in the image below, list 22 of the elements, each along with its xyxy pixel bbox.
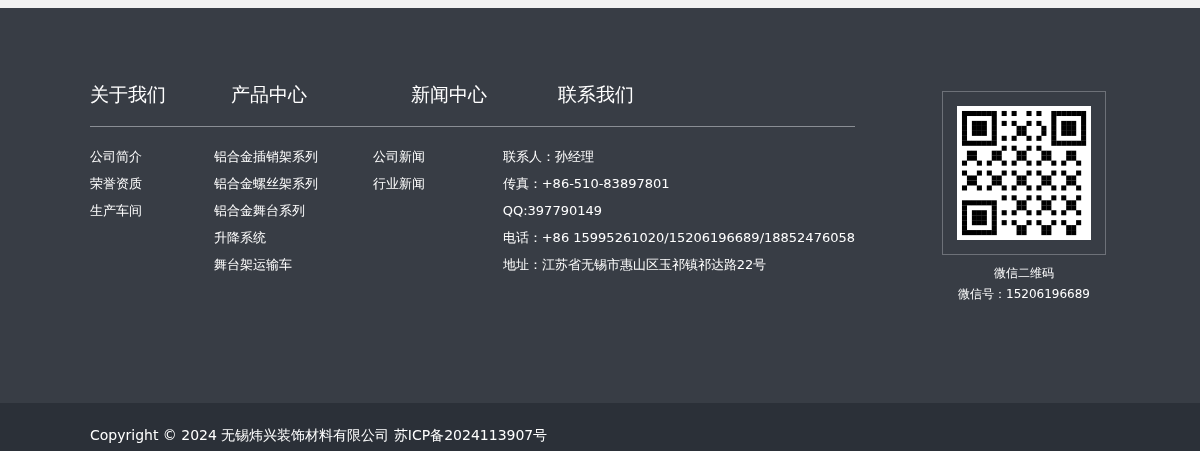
column-heading: 产品中心: [231, 82, 308, 106]
footer-link[interactable]: 铝合金舞台系列: [214, 197, 306, 224]
column-heading: 联系我们: [558, 82, 634, 106]
footer-link[interactable]: 公司新闻: [373, 143, 426, 170]
footer-link[interactable]: 铝合金插销架系列: [214, 143, 319, 170]
contact-line: 传真：+86-510-83897801: [502, 175, 671, 193]
contact-line: QQ:397790149: [502, 202, 603, 220]
footer-link[interactable]: 行业新闻: [373, 170, 426, 197]
footer-link[interactable]: 公司简介: [90, 143, 142, 170]
contact-line: 联系人：孙经理: [502, 148, 595, 166]
wechat-id: 微信号：15206196689: [958, 286, 1090, 303]
footer-link[interactable]: 铝合金螺丝架系列: [214, 170, 319, 197]
footer-link[interactable]: 舞台架运输车: [214, 251, 293, 278]
contact-line: 电话：+86 15995261020/15206196689/18852476058: [502, 229, 855, 247]
copyright-text: Copyright © 2024 无锡炜兴装饰材料有限公司 苏ICP备2024113907号: [90, 426, 548, 445]
column-heading: 关于我们: [90, 82, 167, 106]
footer-link[interactable]: 升降系统: [214, 224, 267, 251]
footer-link[interactable]: 荣誉资质: [90, 170, 142, 197]
qr-caption: 微信二维码: [994, 265, 1054, 282]
footer-link[interactable]: 生产车间: [90, 197, 142, 224]
column-heading: 新闻中心: [411, 82, 488, 106]
contact-line: 地址：江苏省无锡市惠山区玉祁镇祁达路22号: [502, 256, 768, 274]
